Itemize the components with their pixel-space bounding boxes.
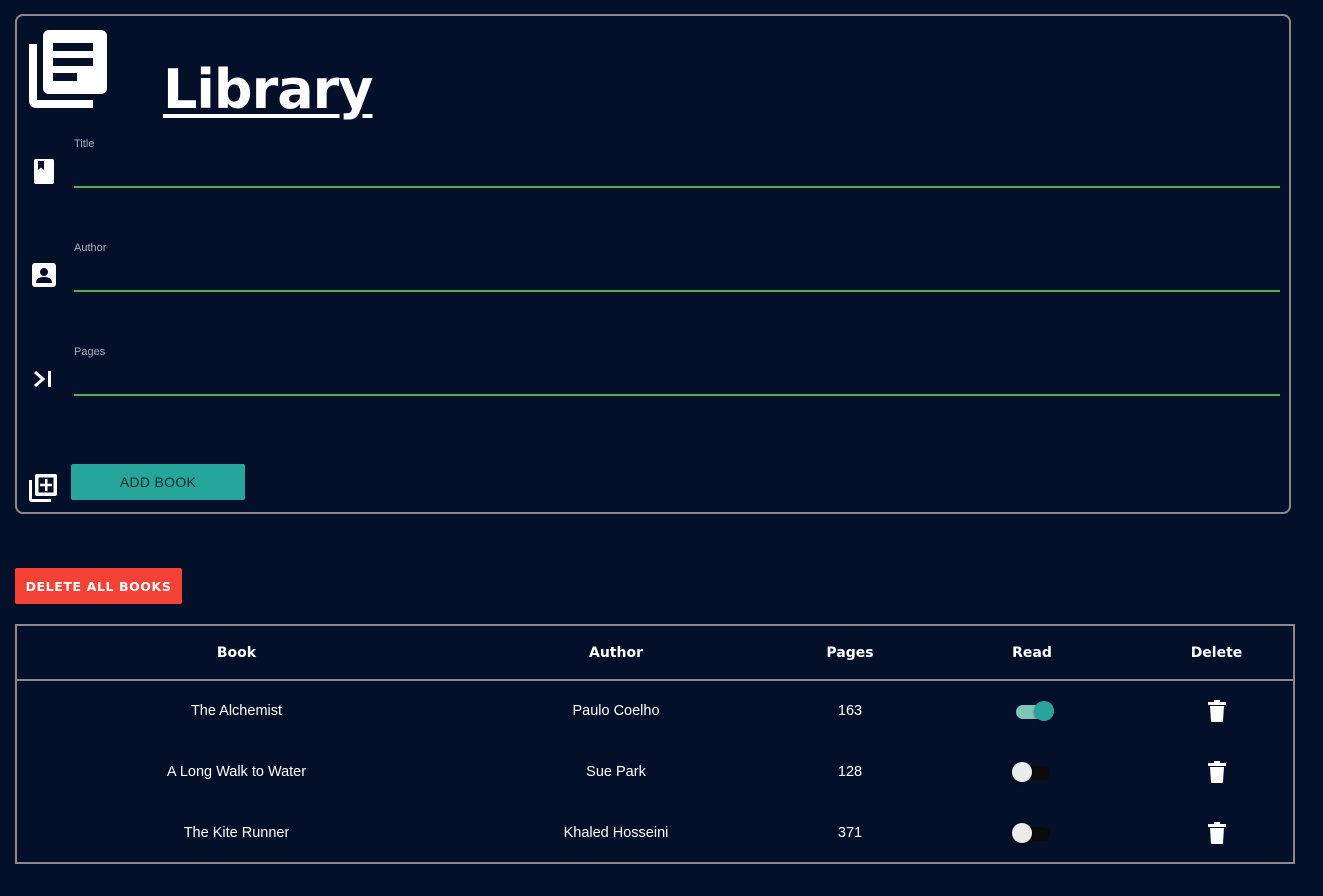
read-cell — [924, 802, 1140, 863]
trash-icon[interactable] — [1207, 700, 1226, 722]
toggle-thumb — [1034, 701, 1054, 721]
read-toggle[interactable] — [1012, 821, 1052, 845]
table-row: The Alchemist Paulo Coelho 163 — [17, 680, 1293, 741]
read-toggle[interactable] — [1012, 760, 1052, 784]
book-bookmark-icon — [34, 159, 54, 184]
books-table: Book Author Pages Read Delete The Alchem… — [15, 624, 1295, 864]
book-title-cell: The Kite Runner — [183, 824, 290, 841]
trash-icon[interactable] — [1207, 821, 1226, 844]
pages-input[interactable] — [74, 362, 1280, 396]
column-header-author: Author — [589, 644, 643, 661]
delete-cell — [1140, 741, 1293, 802]
add-book-panel: Library Title Author Pages ADD BOOK — [15, 14, 1291, 514]
book-pages-cell: 371 — [837, 824, 863, 841]
column-header-read: Read — [1012, 644, 1052, 661]
title-field-row: Title — [17, 138, 1289, 208]
delete-cell — [1140, 802, 1293, 863]
table-header-row: Book Author Pages Read Delete — [17, 626, 1293, 680]
delete-cell — [1140, 680, 1293, 741]
read-cell — [924, 680, 1140, 741]
table-row: The Kite Runner Khaled Hosseini 371 — [17, 802, 1293, 863]
library-add-icon — [29, 474, 57, 502]
table-row: A Long Walk to Water Sue Park 128 — [17, 741, 1293, 802]
delete-all-books-button[interactable]: DELETE ALL BOOKS — [15, 568, 182, 604]
book-pages-cell: 128 — [837, 763, 863, 780]
book-title-cell: The Alchemist — [190, 703, 283, 719]
book-author-cell: Khaled Hosseini — [563, 824, 669, 841]
page-title: Library — [163, 58, 373, 121]
read-cell — [924, 741, 1140, 802]
book-pages-cell: 163 — [837, 703, 863, 719]
column-header-delete: Delete — [1190, 644, 1243, 661]
book-author-cell: Sue Park — [586, 763, 646, 780]
contact-card-icon — [32, 263, 56, 287]
add-book-button[interactable]: ADD BOOK — [71, 464, 245, 500]
toggle-thumb — [1012, 761, 1032, 782]
author-input[interactable] — [74, 258, 1280, 292]
library-books-icon — [29, 30, 107, 108]
book-title-cell: A Long Walk to Water — [166, 763, 307, 780]
pages-field-row: Pages — [17, 346, 1289, 416]
book-author-cell: Paulo Coelho — [572, 703, 660, 719]
title-input[interactable] — [74, 154, 1280, 188]
read-toggle[interactable] — [1012, 699, 1054, 723]
column-header-pages: Pages — [826, 644, 874, 661]
toggle-thumb — [1012, 822, 1032, 843]
title-label: Title — [74, 138, 95, 150]
skip-next-icon — [34, 370, 51, 388]
pages-label: Pages — [74, 346, 106, 358]
trash-icon[interactable] — [1207, 760, 1226, 783]
column-header-book: Book — [216, 644, 257, 661]
author-label: Author — [74, 242, 107, 254]
author-field-row: Author — [17, 242, 1289, 312]
